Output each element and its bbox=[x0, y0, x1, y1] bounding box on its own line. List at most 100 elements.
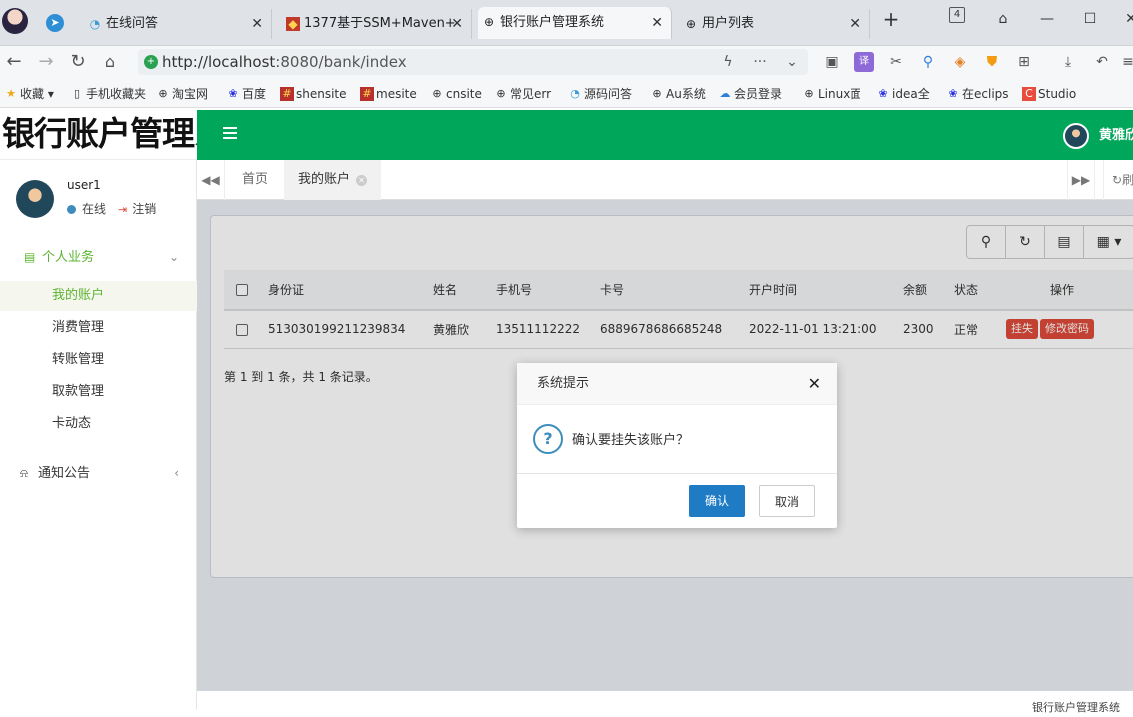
close-icon[interactable]: ✕ bbox=[808, 374, 821, 394]
app-header: 黄雅欣 bbox=[197, 110, 1133, 160]
header-user-name: 黄雅欣 bbox=[1099, 128, 1133, 143]
bookmark-item[interactable]: # mesite bbox=[360, 85, 417, 103]
tab-close-icon[interactable]: ✕ bbox=[356, 175, 368, 186]
tab-label: 1377基于SSM+Maven+ bbox=[304, 16, 456, 31]
site-icon: # bbox=[280, 87, 294, 101]
browser-tab-3[interactable]: ⊕ 银行账户管理系统 ✕ bbox=[478, 7, 672, 39]
translate-icon[interactable]: 译 bbox=[854, 52, 874, 72]
sidebar-item-withdraw[interactable]: 取款管理 bbox=[0, 377, 197, 407]
telegram-icon[interactable]: ➤ bbox=[46, 14, 64, 32]
bookmark-item[interactable]: ❀ 百度 bbox=[226, 85, 266, 103]
profile-avatar[interactable] bbox=[2, 8, 28, 34]
app-logo[interactable]: 银行账户管理系统 bbox=[0, 110, 259, 160]
sidebar-item-my-account[interactable]: 我的账户 bbox=[0, 281, 197, 311]
more-icon[interactable]: ··· bbox=[750, 52, 770, 72]
window-close-icon[interactable]: ✕ bbox=[1120, 8, 1133, 30]
menu-group-personal[interactable]: ▤ 个人业务 ⌄ bbox=[0, 242, 197, 272]
close-icon[interactable]: ✕ bbox=[251, 9, 263, 39]
phone-icon: ▯ bbox=[73, 87, 81, 100]
bookmark-item[interactable]: ◔ 源码问答 bbox=[568, 85, 632, 103]
globe-icon: ⊕ bbox=[804, 87, 814, 100]
refresh-icon: ↻ bbox=[1112, 173, 1123, 187]
bookmark-item[interactable]: ⊕ 常见err bbox=[494, 85, 552, 103]
baidu-icon: ❀ bbox=[228, 87, 238, 100]
baidu-icon: ❀ bbox=[878, 87, 888, 100]
sidebar-item-consumption[interactable]: 消费管理 bbox=[0, 313, 197, 343]
bookmarks-bar: ★ 收藏 ▾ ▯ 手机收藏夹 ⊕ 淘宝网 ❀ 百度 # shensite # mesite … bbox=[0, 80, 1133, 108]
favicon-icon: ◆ bbox=[286, 17, 300, 31]
chevron-left-icon: ‹ bbox=[174, 466, 179, 480]
sidebar-item-transfer[interactable]: 转账管理 bbox=[0, 345, 197, 375]
sidebar-toggle-icon[interactable] bbox=[223, 127, 237, 139]
tab-label: 用户列表 bbox=[702, 16, 755, 31]
tabs-scroll-right-icon[interactable]: ▶▶ bbox=[1067, 160, 1095, 200]
bell-icon: ⍾ bbox=[20, 466, 28, 480]
bookmark-item[interactable]: ★ 收藏 ▾ bbox=[4, 85, 54, 103]
shirt-icon[interactable]: ⌂ bbox=[992, 8, 1014, 30]
browser-tab-2[interactable]: ◆ 1377基于SSM+Maven+ ✕ bbox=[282, 9, 472, 39]
apps-icon[interactable]: ⊞ bbox=[1014, 52, 1034, 72]
home-icon[interactable]: ⌂ bbox=[98, 50, 122, 74]
maximize-icon[interactable]: ☐ bbox=[1079, 8, 1101, 30]
undo-icon[interactable]: ↶ bbox=[1092, 52, 1112, 72]
bookmark-item[interactable]: ☁ 会员登录 bbox=[718, 85, 783, 103]
forward-icon[interactable]: → bbox=[34, 50, 58, 74]
tab-home[interactable]: 首页 bbox=[228, 160, 282, 200]
scissors-icon[interactable]: ✂ bbox=[886, 52, 906, 72]
browser-tab-1[interactable]: ◔ 在线问答 ✕ bbox=[84, 9, 272, 39]
bookmark-item[interactable]: ❀ idea全 bbox=[876, 85, 932, 103]
confirm-button[interactable]: 确认 bbox=[689, 485, 745, 517]
close-icon[interactable]: ✕ bbox=[849, 9, 861, 39]
minimize-icon[interactable]: — bbox=[1036, 8, 1058, 30]
menu-group-notice[interactable]: ⍾ 通知公告 ‹ bbox=[0, 458, 197, 488]
tabs-scroll-left-icon[interactable]: ◀◀ bbox=[197, 160, 225, 200]
question-icon: ? bbox=[533, 424, 563, 454]
globe-icon: ⊕ bbox=[158, 87, 168, 100]
tab-my-account[interactable]: 我的账户 ✕ bbox=[284, 160, 382, 200]
tab-count-badge[interactable]: 4 bbox=[949, 7, 965, 23]
back-icon[interactable]: ← bbox=[2, 50, 26, 74]
new-tab-icon[interactable]: + bbox=[880, 8, 902, 30]
download-icon[interactable]: ⤓ bbox=[1058, 52, 1078, 72]
bookmark-item[interactable]: ⊕ Au系统 bbox=[650, 85, 705, 103]
close-icon[interactable]: ✕ bbox=[451, 9, 463, 39]
logout-icon[interactable]: ⇥ bbox=[118, 203, 127, 216]
lightning-icon[interactable]: ϟ bbox=[718, 52, 738, 72]
search-icon[interactable]: ⚲ bbox=[918, 52, 938, 72]
bookmark-item[interactable]: ▯ 手机收藏夹 bbox=[70, 85, 146, 103]
menu-icon[interactable]: ≡ bbox=[1118, 52, 1133, 72]
cloud-icon: ☁ bbox=[719, 87, 731, 100]
qa-icon: ◔ bbox=[570, 87, 580, 100]
close-icon[interactable]: ✕ bbox=[651, 7, 663, 39]
chevron-down-icon[interactable]: ⌄ bbox=[782, 52, 802, 72]
address-bar: ← → ↻ ⌂ + http://localhost:8080/bank/ind… bbox=[0, 46, 1133, 80]
reload-icon[interactable]: ↻ bbox=[66, 50, 90, 74]
logout-link[interactable]: 注销 bbox=[132, 202, 156, 216]
bookmark-item[interactable]: C Studio bbox=[1022, 85, 1082, 103]
bookmark-item[interactable]: ⊕ 淘宝网 bbox=[156, 85, 208, 103]
bookmark-item[interactable]: ⊕ Linux面 bbox=[802, 85, 860, 103]
url-text: http://localhost:8080/bank/index bbox=[162, 53, 407, 71]
browser-tab-4[interactable]: ⊕ 用户列表 ✕ bbox=[680, 9, 870, 39]
game-icon[interactable]: ◈ bbox=[950, 52, 970, 72]
dialog-message: 确认要挂失该账户？ bbox=[572, 433, 690, 448]
url-input[interactable]: + http://localhost:8080/bank/index bbox=[138, 49, 808, 75]
sidebar: user1 在线 ⇥ 注销 ▤ 个人业务 ⌄ 我的账户 消费管理 转账管理 取款管理 … bbox=[0, 160, 197, 710]
globe-icon: ⊕ bbox=[483, 15, 495, 29]
bookmark-item[interactable]: ⊕ cnsite bbox=[430, 85, 482, 103]
tab-label: 银行账户管理系统 bbox=[500, 15, 605, 30]
dialog-footer: 确认 取消 bbox=[517, 473, 837, 528]
cancel-button[interactable]: 取消 bbox=[759, 485, 815, 517]
refresh-button[interactable]: ↻刷新 bbox=[1103, 160, 1133, 200]
shield-icon[interactable]: ⛊ bbox=[982, 52, 1002, 72]
header-user[interactable]: 黄雅欣 bbox=[1063, 123, 1133, 149]
site-icon: C bbox=[1022, 87, 1036, 101]
confirm-dialog: 系统提示 ✕ ? 确认要挂失该账户？ 确认 取消 bbox=[517, 363, 837, 528]
secure-icon: + bbox=[144, 55, 158, 69]
sidebar-item-card-activity[interactable]: 卡动态 bbox=[0, 409, 197, 439]
bookmark-item[interactable]: ❀ 在eclips bbox=[946, 85, 1008, 103]
bookmark-item[interactable]: # shensite bbox=[280, 85, 347, 103]
reader-icon[interactable]: ▣ bbox=[822, 52, 842, 72]
globe-icon: ⊕ bbox=[496, 87, 506, 100]
globe-icon: ⊕ bbox=[652, 87, 662, 100]
